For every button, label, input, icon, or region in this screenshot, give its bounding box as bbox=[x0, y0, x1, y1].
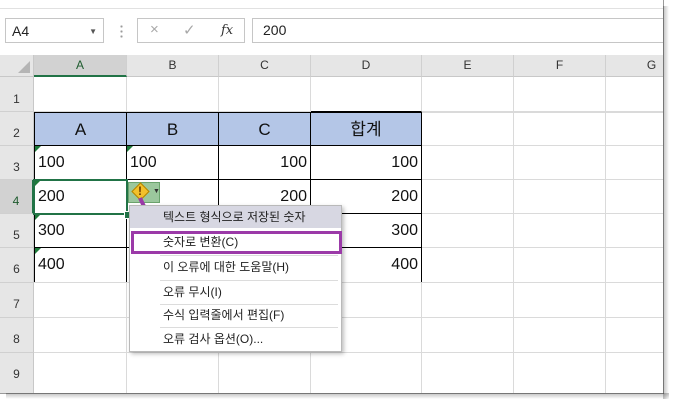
window-shadow-bottom bbox=[6, 393, 669, 399]
highlight-box bbox=[131, 231, 342, 254]
menu-item-error-checking-options[interactable]: 오류 검사 옵션(O)... bbox=[130, 328, 341, 351]
error-context-menu: 텍스트 형식으로 저장된 숫자 숫자로 변환(C) 이 오류에 대한 도움말(H… bbox=[129, 205, 342, 352]
menu-item-help[interactable]: 이 오류에 대한 도움말(H) bbox=[130, 256, 341, 279]
excel-window: A4 ▼ × ✓ fx 200 A B C D E F G 1 2 3 4 5 … bbox=[0, 0, 664, 394]
menu-item-edit-in-formula-bar[interactable]: 수식 입력줄에서 편집(F) bbox=[130, 304, 341, 327]
window-shadow-right bbox=[663, 6, 669, 399]
menu-item-ignore-error[interactable]: 오류 무시(I) bbox=[130, 281, 341, 304]
menu-title: 텍스트 형식으로 저장된 숫자 bbox=[130, 206, 341, 228]
